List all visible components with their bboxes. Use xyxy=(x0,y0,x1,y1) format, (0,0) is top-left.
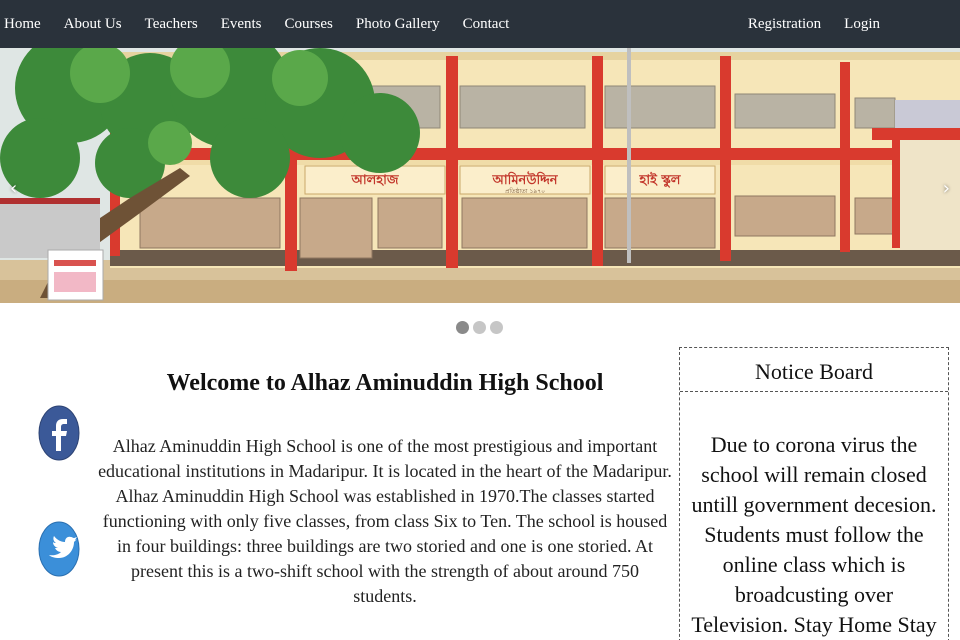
nav-registration-link[interactable]: Registration xyxy=(748,16,821,33)
facebook-icon[interactable] xyxy=(38,405,80,461)
banner-sign-3: হাই স্কুল xyxy=(639,171,682,189)
top-navbar: Home About Us Teachers Events Courses Ph… xyxy=(0,0,960,48)
notice-board-title: Notice Board xyxy=(680,348,948,392)
nav-login-link[interactable]: Login xyxy=(844,16,880,33)
nav-photo-gallery-link[interactable]: Photo Gallery xyxy=(356,16,440,33)
carousel-indicators xyxy=(456,321,507,334)
notice-board: Notice Board Due to corona virus the sch… xyxy=(679,347,949,640)
nav-events-link[interactable]: Events xyxy=(221,16,262,33)
carousel-next-arrow-icon[interactable]: › xyxy=(943,178,950,199)
nav-left-group: Home About Us Teachers Events Courses Ph… xyxy=(4,0,532,48)
carousel-prev-arrow-icon[interactable]: ‹ xyxy=(10,178,17,199)
hero-carousel[interactable]: আলহাজ আমিনউদ্দিন হাই স্কুল প্রতিষ্ঠাতা ১… xyxy=(0,48,960,303)
banner-sign-2: আমিনউদ্দিন xyxy=(491,171,558,188)
carousel-indicator-1[interactable] xyxy=(456,321,469,334)
nav-courses-link[interactable]: Courses xyxy=(285,16,333,33)
banner-subtitle: প্রতিষ্ঠাতা ১৯৭০ xyxy=(505,187,545,195)
nav-about-us-link[interactable]: About Us xyxy=(64,16,122,33)
carousel-indicator-3[interactable] xyxy=(490,321,503,334)
twitter-icon[interactable] xyxy=(38,521,80,577)
notice-board-text: Due to corona virus the school will rema… xyxy=(691,432,937,637)
nav-teachers-link[interactable]: Teachers xyxy=(145,16,198,33)
nav-right-group: Registration Login xyxy=(725,0,880,48)
welcome-title: Welcome to Alhaz Aminuddin High School xyxy=(166,370,604,396)
nav-home-link[interactable]: Home xyxy=(4,16,41,33)
banner-sign-1: আলহাজ xyxy=(350,173,399,188)
carousel-indicator-2[interactable] xyxy=(473,321,486,334)
welcome-text: Alhaz Aminuddin High School is one of th… xyxy=(98,436,672,606)
school-building-image: আলহাজ আমিনউদ্দিন হাই স্কুল প্রতিষ্ঠাতা ১… xyxy=(0,48,960,303)
nav-contact-link[interactable]: Contact xyxy=(463,16,510,33)
